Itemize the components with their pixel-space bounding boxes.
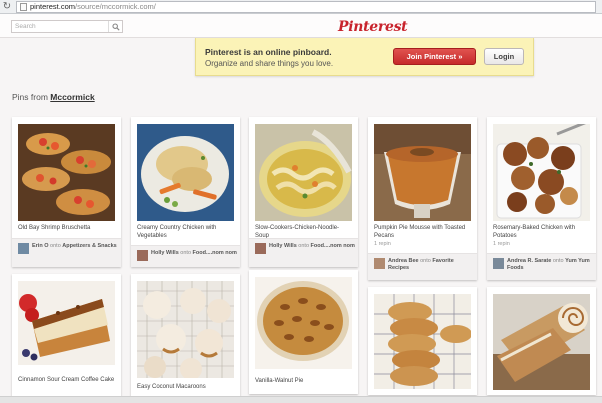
pinner-name[interactable]: Andrea R. Sarate bbox=[507, 258, 551, 264]
pin-card[interactable]: Vanilla-Walnut Pie bbox=[249, 270, 358, 394]
pinner-name[interactable]: Erin O bbox=[32, 243, 49, 249]
signup-banner: Pinterest is an online pinboard. Organiz… bbox=[195, 38, 534, 76]
url-host: pinterest.com bbox=[30, 2, 76, 11]
pinner-info: Erin O onto Appetizers & Snacks bbox=[32, 243, 118, 250]
repin-count: 1 repin bbox=[374, 241, 391, 247]
status-bar bbox=[0, 396, 602, 403]
login-button[interactable]: Login bbox=[484, 48, 524, 65]
board-name[interactable]: Appetizers & Snacks bbox=[62, 243, 116, 249]
pin-card[interactable] bbox=[487, 287, 596, 395]
avatar[interactable] bbox=[18, 243, 29, 254]
pin-description: Old Bay Shrimp Bruschetta bbox=[18, 225, 91, 231]
pinner-info: Andrea Bee onto Favorite Recipes bbox=[388, 258, 474, 272]
section-title: Pins from Mccormick bbox=[12, 92, 95, 102]
pin-attribution: Andrea Bee onto Favorite Recipes bbox=[368, 253, 477, 280]
pinner-info: Andrea R. Sarate onto Yum Yum Foods bbox=[507, 258, 593, 272]
pin-attribution: Andrea R. Sarate onto Yum Yum Foods bbox=[487, 253, 596, 280]
pin-description: Creamy Country Chicken with Vegetables bbox=[137, 225, 217, 239]
pin-card[interactable]: Easy Coconut Macaroons bbox=[131, 274, 240, 396]
pin-image[interactable] bbox=[374, 124, 471, 221]
magnifier-icon bbox=[111, 22, 120, 31]
page-icon bbox=[20, 2, 27, 11]
pin-attribution: Erin O onto Appetizers & Snacks bbox=[12, 238, 121, 267]
board-name[interactable]: Food....nom nom bbox=[311, 243, 355, 249]
pin-attribution: Holly Wills onto Food....nom nom bbox=[131, 245, 240, 267]
pin-image[interactable] bbox=[374, 294, 471, 389]
avatar[interactable] bbox=[255, 243, 266, 254]
pin-card[interactable]: Slow-Cookers-Chicken-Noodle-Soup Holly W… bbox=[249, 117, 358, 267]
onto-text: onto bbox=[420, 258, 431, 264]
search-input[interactable]: Search bbox=[12, 23, 108, 30]
pin-description: Vanilla-Walnut Pie bbox=[255, 378, 304, 384]
pin-description: Easy Coconut Macaroons bbox=[137, 384, 206, 390]
pin-image[interactable] bbox=[255, 277, 352, 369]
pin-card[interactable]: Rosemary-Baked Chicken with Potatoes 1 r… bbox=[487, 117, 596, 280]
onto-text: onto bbox=[298, 243, 310, 249]
banner-headline: Pinterest is an online pinboard. bbox=[205, 47, 332, 57]
pin-image[interactable] bbox=[18, 124, 115, 221]
avatar[interactable] bbox=[493, 258, 504, 269]
pinner-info: Holly Wills onto Food....nom nom bbox=[269, 243, 355, 250]
pin-attribution: Holly Wills onto Food....nom nom bbox=[249, 238, 358, 267]
pin-card[interactable]: Old Bay Shrimp Bruschetta Erin O onto Ap… bbox=[12, 117, 121, 267]
pin-description: Rosemary-Baked Chicken with Potatoes bbox=[493, 225, 576, 239]
banner-subline: Organize and share things you love. bbox=[205, 59, 334, 68]
pin-image[interactable] bbox=[493, 294, 590, 390]
browser-address-bar: ↻ pinterest.com/source/mccormick.com/ bbox=[0, 0, 602, 14]
pinner-name[interactable]: Andrea Bee bbox=[388, 258, 419, 264]
join-pinterest-button[interactable]: Join Pinterest » bbox=[393, 48, 476, 65]
pin-description: Cinnamon Sour Cream Coffee Cake bbox=[18, 377, 115, 383]
url-path: /source/mccormick.com/ bbox=[75, 2, 156, 11]
site-header: Search Pinterest bbox=[0, 14, 602, 38]
pin-description: Pumpkin Pie Mousse with Toasted Pecans bbox=[374, 225, 466, 239]
source-link[interactable]: Mccormick bbox=[50, 92, 94, 102]
board-name[interactable]: Food....nom nom bbox=[193, 250, 237, 256]
pin-image[interactable] bbox=[137, 124, 234, 221]
pin-image[interactable] bbox=[137, 281, 234, 378]
pinner-name[interactable]: Holly Wills bbox=[151, 250, 179, 256]
url-field[interactable]: pinterest.com/source/mccormick.com/ bbox=[16, 0, 596, 13]
pin-image[interactable] bbox=[493, 124, 590, 221]
search-box[interactable]: Search bbox=[11, 20, 123, 33]
pinner-info: Holly Wills onto Food....nom nom bbox=[151, 250, 237, 257]
pin-card[interactable] bbox=[368, 287, 477, 395]
avatar[interactable] bbox=[137, 250, 148, 261]
onto-text: onto bbox=[552, 258, 564, 264]
onto-text: onto bbox=[50, 243, 61, 249]
repin-count: 1 repin bbox=[493, 241, 510, 247]
pin-card[interactable]: Pumpkin Pie Mousse with Toasted Pecans 1… bbox=[368, 117, 477, 280]
section-prefix: Pins from bbox=[12, 92, 51, 102]
pinterest-logo[interactable]: Pinterest bbox=[338, 19, 408, 35]
reload-icon[interactable]: ↻ bbox=[0, 1, 14, 12]
avatar[interactable] bbox=[374, 258, 385, 269]
search-button[interactable] bbox=[108, 21, 122, 32]
pin-card[interactable]: Creamy Country Chicken with Vegetables H… bbox=[131, 117, 240, 267]
pin-card[interactable]: Cinnamon Sour Cream Coffee Cake bbox=[12, 274, 121, 396]
pin-image[interactable] bbox=[18, 281, 115, 365]
onto-text: onto bbox=[180, 250, 192, 256]
pinner-name[interactable]: Holly Wills bbox=[269, 243, 297, 249]
pin-image[interactable] bbox=[255, 124, 352, 221]
